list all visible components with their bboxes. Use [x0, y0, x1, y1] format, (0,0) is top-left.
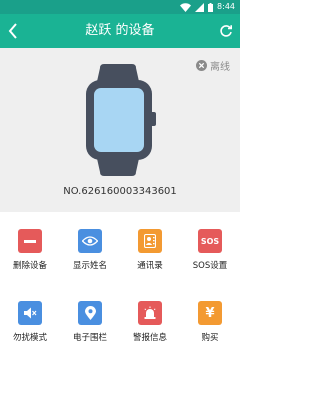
- device-status: 离线: [196, 58, 230, 73]
- wifi-icon: [180, 2, 192, 12]
- yuan-icon: ¥: [198, 301, 222, 325]
- bottom-space: [0, 362, 240, 400]
- app-bar: 赵跃 的设备: [0, 14, 240, 48]
- sos-glyph: SOS: [200, 236, 220, 246]
- do-not-disturb-label: 勿扰模式: [12, 333, 47, 343]
- status-time: 8:44: [217, 2, 235, 11]
- refresh-icon: [220, 25, 232, 37]
- purchase-label: 购买: [201, 333, 219, 343]
- show-name-label: 显示姓名: [72, 261, 107, 271]
- battery-icon: [208, 2, 214, 12]
- status-bar: 8:44: [0, 0, 240, 14]
- yuan-glyph: ¥: [205, 305, 215, 321]
- page-title: 赵跃 的设备: [85, 23, 155, 38]
- sos-settings-button[interactable]: SOS SOS设置: [180, 212, 240, 282]
- contacts-label: 通讯录: [137, 261, 163, 271]
- geofence-label: 电子围栏: [72, 333, 107, 343]
- delete-icon: [18, 229, 42, 253]
- alarm-icon: [138, 301, 162, 325]
- refresh-button[interactable]: [214, 19, 238, 43]
- purchase-button[interactable]: ¥ 购买: [180, 284, 240, 354]
- offline-icon: [196, 59, 207, 71]
- smartwatch-image: [86, 64, 156, 176]
- delete-device-label: 删除设备: [12, 261, 47, 271]
- device-status-text: 离线: [210, 61, 230, 73]
- delete-device-button[interactable]: 删除设备: [0, 212, 60, 282]
- alarm-info-button[interactable]: 警报信息: [120, 284, 180, 354]
- mute-icon: [18, 301, 42, 325]
- show-name-button[interactable]: 显示姓名: [60, 212, 120, 282]
- contacts-button[interactable]: 通讯录: [120, 212, 180, 282]
- signal-icon: [195, 2, 205, 12]
- device-number: NO.626160003343601: [63, 186, 177, 197]
- chevron-left-icon: [8, 23, 17, 39]
- sos-settings-label: SOS设置: [192, 261, 228, 271]
- status-icons: 8:44: [180, 1, 235, 13]
- eye-icon: [78, 229, 102, 253]
- function-grid: 删除设备 显示姓名 通讯录 SOS SOS设置 勿扰模式 电子围栏 警报信息 ¥…: [0, 212, 240, 362]
- alarm-info-label: 警报信息: [132, 333, 167, 343]
- device-panel: 离线 NO.626160003343601: [0, 48, 240, 212]
- contacts-icon: [138, 229, 162, 253]
- location-icon: [78, 301, 102, 325]
- do-not-disturb-button[interactable]: 勿扰模式: [0, 284, 60, 354]
- geofence-button[interactable]: 电子围栏: [60, 284, 120, 354]
- sos-icon: SOS: [198, 229, 222, 253]
- back-button[interactable]: [2, 19, 24, 43]
